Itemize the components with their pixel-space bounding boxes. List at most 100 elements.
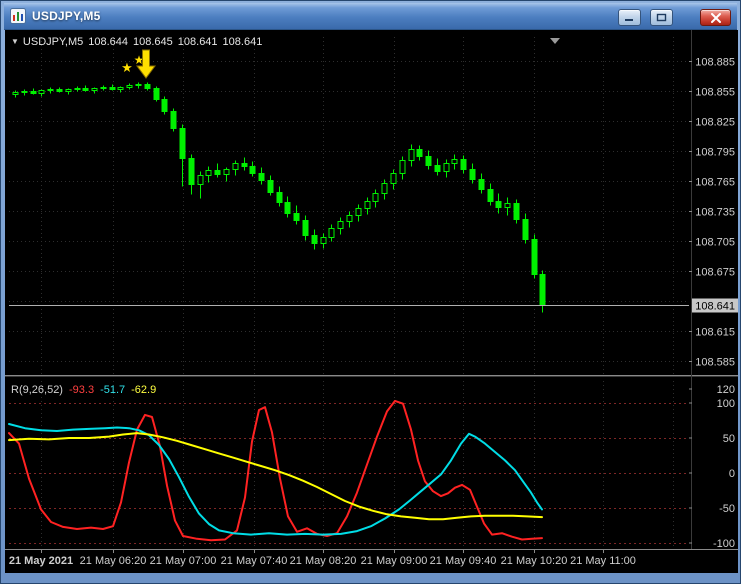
time-axis-label: 21 May 2021: [9, 555, 73, 567]
candlestick-plot: [12, 82, 546, 313]
indicator-value-2: -51.7: [100, 384, 126, 396]
candle-body: [161, 99, 168, 112]
candle-body: [513, 203, 520, 220]
indicator-header: R(9,26,52) -93.3 -51.7 -62.9: [11, 384, 162, 396]
indicator-axis-label: -100: [713, 538, 735, 550]
window-title: USDJPY,M5: [32, 9, 101, 23]
chart-client-area[interactable]: ★ ★ 108.885 108.855 108.825 108.795 108.765 108…: [5, 30, 738, 573]
price-axis-label: 108.885: [695, 57, 735, 69]
close-value: 108.641: [222, 36, 263, 48]
maximize-icon: [656, 13, 667, 22]
indicator-axis-label: 100: [717, 398, 735, 410]
candle-body: [12, 92, 19, 95]
indicator-axis-label: 0: [729, 468, 735, 480]
bid-price-label: 108.641: [695, 301, 735, 313]
candle-body: [487, 189, 494, 202]
candle-body: [320, 237, 327, 244]
price-axis-label: 108.675: [695, 267, 735, 279]
candle-body: [460, 159, 467, 170]
candle-body: [469, 169, 476, 180]
candle-body: [284, 202, 291, 214]
price-axis-label: 108.855: [695, 87, 735, 99]
price-axis-label: 108.585: [695, 357, 735, 369]
candle-body: [188, 158, 195, 185]
indicator-level-lines: [9, 403, 689, 544]
candle-body: [504, 203, 511, 208]
time-gridlines: [41, 37, 674, 549]
time-axis-label: 21 May 11:00: [570, 555, 636, 567]
price-axis-label: 108.795: [695, 147, 735, 159]
price-axis-label: 108.825: [695, 117, 735, 129]
candle-body: [214, 170, 221, 175]
sell-signal: ★★: [121, 49, 156, 79]
candle-body: [223, 169, 230, 175]
time-axis[interactable]: 21 May 2021 21 May 06:20 21 May 07:00 21 Ma…: [9, 550, 636, 567]
candle-body: [109, 87, 116, 90]
mt4-chart-window: USDJPY,M5 ★ ★ 108.885 108.855 108.825 108.795…: [0, 0, 741, 584]
chart-shift-marker-icon[interactable]: [550, 38, 560, 44]
candle-body: [293, 213, 300, 221]
candle-body: [522, 219, 529, 240]
candle-body: [56, 89, 63, 92]
indicator-value-1: -93.3: [68, 384, 95, 396]
candle-body: [399, 160, 406, 174]
candle-body: [241, 163, 248, 167]
candle-body: [346, 215, 353, 222]
chevron-down-icon[interactable]: ▼: [11, 37, 19, 46]
candle-body: [232, 163, 239, 170]
indicator-slow-line: [8, 432, 543, 521]
candle-body: [434, 165, 441, 172]
candle-body: [495, 201, 502, 208]
time-axis-label: 21 May 06:20: [80, 555, 147, 567]
time-axis-label: 21 May 09:00: [361, 555, 428, 567]
candle-body: [170, 111, 177, 129]
candle-body: [372, 193, 379, 202]
candle-body: [276, 192, 283, 203]
candle-body: [47, 89, 54, 91]
candle-body: [38, 90, 45, 94]
candle-body: [364, 201, 371, 209]
candle-body: [144, 84, 151, 89]
maximize-button[interactable]: [650, 9, 673, 26]
candle-body: [451, 159, 458, 164]
candle-body: [179, 128, 186, 159]
titlebar[interactable]: USDJPY,M5: [4, 3, 737, 30]
minimize-button[interactable]: [618, 9, 641, 26]
candle-body: [443, 163, 450, 172]
candle-body: [311, 235, 318, 244]
candle-body: [126, 85, 133, 88]
candle-body: [267, 180, 274, 193]
candle-body: [531, 239, 538, 275]
price-axis[interactable]: 108.885 108.855 108.825 108.795 108.765 108.7…: [689, 57, 738, 369]
candle-body: [91, 88, 98, 91]
price-axis-label: 108.615: [695, 327, 735, 339]
time-axis-label: 21 May 10:20: [501, 555, 568, 567]
candle-body: [100, 87, 107, 89]
candle-body: [249, 166, 256, 174]
close-button[interactable]: [700, 9, 731, 26]
candle-body: [258, 173, 265, 181]
minimize-icon: [625, 19, 633, 21]
candle-body: [355, 208, 362, 216]
indicator-axis-label: 50: [723, 433, 735, 445]
chart-canvas[interactable]: ★★ 108.885108.855108.825108.795108.765108…: [5, 30, 738, 573]
chart-ohlc-header: ▼ USDJPY,M5 108.644 108.645 108.641 108.641: [11, 36, 267, 48]
candle-body: [337, 221, 344, 229]
candle-body: [302, 220, 309, 236]
low-value: 108.641: [177, 36, 218, 48]
candle-body: [381, 183, 388, 194]
indicator-axis[interactable]: 120 100 50 0 -50 -100: [689, 384, 735, 550]
price-axis-label: 108.705: [695, 237, 735, 249]
symbol-period-label: USDJPY,M5: [22, 36, 84, 48]
candle-body: [478, 179, 485, 190]
candle-body: [21, 91, 28, 93]
candle-body: [328, 228, 335, 238]
chart-window-icon: [10, 8, 26, 24]
candle-body: [197, 175, 204, 185]
candle-body: [30, 91, 37, 94]
candle-body: [539, 274, 546, 306]
time-axis-label: 21 May 07:40: [221, 555, 288, 567]
time-axis-label: 21 May 09:40: [430, 555, 497, 567]
candle-body: [425, 156, 432, 166]
candle-body: [205, 170, 212, 176]
